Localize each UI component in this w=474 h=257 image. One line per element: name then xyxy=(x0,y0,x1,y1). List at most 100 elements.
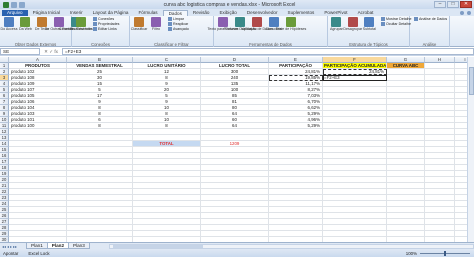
reaplicar-button[interactable]: Reaplicar xyxy=(168,22,189,26)
zoom-slider[interactable] xyxy=(420,250,470,256)
button-label: Classificar xyxy=(130,27,148,31)
sheet-nav-buttons: ◂◂ ◂ ▸ ▸▸ xyxy=(0,244,26,249)
remover-duplicatas-icon xyxy=(235,17,245,27)
group-analise: Análise de Dados Análise xyxy=(410,16,450,47)
analise-de-dados-icon xyxy=(414,17,418,21)
first-sheet-icon[interactable]: ◂◂ xyxy=(2,244,6,249)
desagrupar-button[interactable]: Desagrupar xyxy=(343,17,363,31)
agrupar-button[interactable]: Agrupar xyxy=(330,17,343,31)
validacao-de-dados-icon xyxy=(252,17,262,27)
button-label: Filtro xyxy=(152,27,160,31)
small-buttons: Análise de Dados xyxy=(414,17,447,21)
button-label: Avançado xyxy=(173,27,189,31)
sheet-tabs-bar: ◂◂ ◂ ▸ ▸▸ Plan1 Plan2 Plan3 xyxy=(0,242,474,249)
classificar-icon xyxy=(134,17,144,27)
status-label: Excel Lock xyxy=(28,250,50,256)
conexoes-button[interactable]: Conexões xyxy=(93,17,119,21)
do-access-button[interactable]: Do Access xyxy=(1,17,18,31)
zoom-control: 100% xyxy=(406,250,474,256)
group-buttons: Texto para Colunas Remover Duplicatas Vali… xyxy=(208,17,325,31)
name-box[interactable]: SE xyxy=(0,48,40,55)
group-obter-dados-externos: Do Access Da Web De Texto De Outras Fontes C… xyxy=(0,16,93,47)
window-title: curva abc logistica compras e vendas.xls… xyxy=(163,1,296,8)
limpar-button[interactable]: Limpar xyxy=(168,17,189,21)
button-label: Desagrupar xyxy=(343,27,363,31)
button-label: Atualizar tudo xyxy=(70,27,92,31)
limpar-icon xyxy=(168,17,172,21)
avancado-icon xyxy=(168,27,172,31)
window-controls: – □ ✕ xyxy=(434,1,474,8)
avancado-button[interactable]: Avançado xyxy=(168,27,189,31)
prev-sheet-icon[interactable]: ◂ xyxy=(7,244,9,249)
validacao-de-dados-button[interactable]: Validação de Dados xyxy=(241,17,273,31)
conexoes-icon xyxy=(93,17,97,21)
scroll-thumb[interactable] xyxy=(112,244,203,248)
ribbon-tabs: Arquivo Página Inicial Inserir Layout da Pá… xyxy=(0,9,474,16)
group-caption: Análise xyxy=(422,42,437,47)
group-caption: Estrutura de Tópicos xyxy=(349,42,388,47)
button-label: Editar Links xyxy=(98,27,117,31)
title-bar: curva abc logistica compras e vendas.xls… xyxy=(0,0,474,9)
editar-links-button[interactable]: Editar Links xyxy=(93,27,119,31)
group-estrutura-de-topicos: Agrupar Desagrupar Subtotal Mostrar Detalhe… xyxy=(328,16,412,47)
teste-de-hipoteses-button[interactable]: Teste de Hipóteses xyxy=(276,17,306,31)
group-caption: Conexões xyxy=(91,42,110,47)
vertical-scrollbar[interactable] xyxy=(467,57,474,242)
group-buttons: Atualizar tudo Conexões Propriedades Editar… xyxy=(70,17,127,31)
propriedades-button[interactable]: Propriedades xyxy=(93,22,119,26)
restore-workbook-icon[interactable] xyxy=(467,11,471,15)
button-label: Ocultar Detalhe xyxy=(385,22,411,26)
maximize-button[interactable]: □ xyxy=(447,1,459,8)
ocultar-detalhe-button[interactable]: Ocultar Detalhe xyxy=(380,22,412,26)
next-sheet-icon[interactable]: ▸ xyxy=(10,244,12,249)
da-web-icon xyxy=(20,17,31,27)
formula-buttons[interactable]: ✕ ✓ fx xyxy=(40,49,62,55)
group-classificar-e-filtrar: Classificar Filtro Limpar Reaplicar Avançado… xyxy=(130,16,214,47)
reaplicar-icon xyxy=(168,22,172,26)
status-mode: Apontar xyxy=(3,250,19,256)
analise-de-dados-button[interactable]: Análise de Dados xyxy=(414,17,447,21)
zoom-level[interactable]: 100% xyxy=(406,251,417,256)
group-buttons: Análise de Dados xyxy=(412,17,447,21)
atualizar-tudo-icon xyxy=(76,17,86,27)
mostrar-detalhe-button[interactable]: Mostrar Detalhe xyxy=(380,17,412,21)
de-texto-icon xyxy=(36,17,47,27)
small-buttons: Conexões Propriedades Editar Links xyxy=(93,17,119,31)
close-button[interactable]: ✕ xyxy=(460,1,472,8)
filtro-button[interactable]: Filtro xyxy=(149,17,163,31)
small-buttons: Limpar Reaplicar Avançado xyxy=(168,17,189,31)
excel-app-icon[interactable] xyxy=(3,1,9,8)
button-label: Reaplicar xyxy=(173,22,189,26)
last-sheet-icon[interactable]: ▸▸ xyxy=(13,244,17,249)
horizontal-scrollbar[interactable] xyxy=(108,243,474,249)
help-icon[interactable] xyxy=(460,11,464,15)
button-label: Conexões xyxy=(98,17,115,21)
zoom-slider-thumb[interactable] xyxy=(444,250,446,256)
save-icon[interactable] xyxy=(11,1,17,8)
group-conexoes: Atualizar tudo Conexões Propriedades Editar… xyxy=(70,16,130,47)
button-label: Teste de Hipóteses xyxy=(275,27,307,31)
group-caption: Classificar e Filtrar xyxy=(154,42,189,47)
teste-de-hipoteses-icon xyxy=(286,17,296,27)
button-label: Agrupar xyxy=(330,27,343,31)
scroll-thumb[interactable] xyxy=(469,67,474,95)
quick-access-toolbar xyxy=(0,1,25,8)
subtotal-button[interactable]: Subtotal xyxy=(363,17,376,31)
subtotal-icon xyxy=(364,17,375,27)
da-web-button[interactable]: Da Web xyxy=(19,17,32,31)
formula-input[interactable]: =F2+E3 xyxy=(62,48,474,55)
formula-bar: SE ✕ ✓ fx =F2+E3 xyxy=(0,48,474,56)
group-buttons: Agrupar Desagrupar Subtotal Mostrar Detalhe… xyxy=(330,17,412,31)
group-ferramentas-de-dados: Texto para Colunas Remover Duplicatas Vali… xyxy=(208,16,328,47)
editar-links-icon xyxy=(93,27,97,31)
button-label: Limpar xyxy=(173,17,184,21)
worksheet-grid[interactable]: A B C D E F G H I 1 PRODUTOS VENDAS SEMESTRAL LUCRO … xyxy=(0,57,474,242)
ocultar-detalhe-icon xyxy=(380,22,385,26)
atualizar-tudo-button[interactable]: Atualizar tudo xyxy=(70,17,92,31)
propriedades-icon xyxy=(93,22,97,26)
group-buttons: Classificar Filtro Limpar Reaplicar Avançado xyxy=(130,17,211,31)
minimize-button[interactable]: – xyxy=(434,1,446,8)
button-label: Análise de Dados xyxy=(419,17,448,21)
classificar-button[interactable]: Classificar xyxy=(130,17,148,31)
ribbon: Do Access Da Web De Texto De Outras Fontes C… xyxy=(0,16,474,47)
